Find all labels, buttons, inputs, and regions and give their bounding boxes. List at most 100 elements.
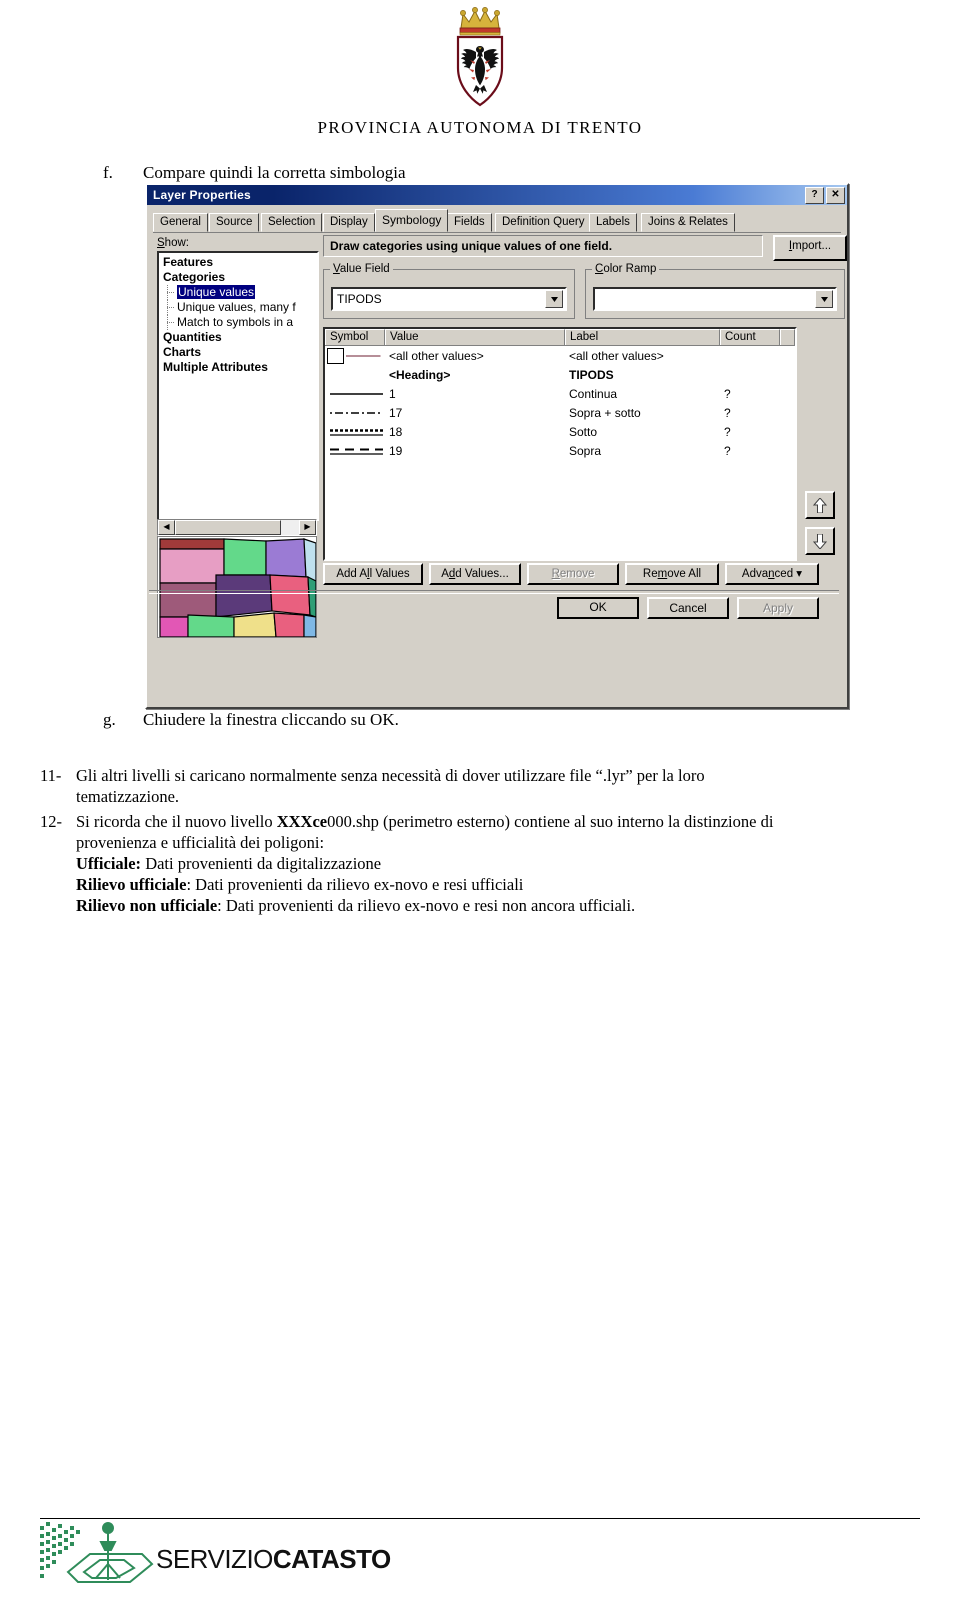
paragraph-12-ce: ce bbox=[312, 812, 328, 831]
column-header-count[interactable]: Count bbox=[720, 329, 780, 345]
tree-item-match-to-symbols-label: Match to symbols in a bbox=[177, 315, 294, 329]
tab-symbology[interactable]: Symbology bbox=[375, 209, 449, 232]
tree-item-unique-values-many-label: Unique values, many f bbox=[177, 300, 296, 314]
show-label-rest: how: bbox=[164, 237, 189, 249]
line-dashdot-icon bbox=[330, 411, 383, 414]
row-count: ? bbox=[724, 443, 731, 458]
tree-item-quantities[interactable]: Quantities bbox=[161, 330, 315, 345]
paragraph-12-line1-c: .shp (perimetro esterno) contiene al suo… bbox=[351, 812, 774, 831]
color-ramp-group: Color Ramp bbox=[585, 263, 845, 319]
tree-item-categories[interactable]: Categories bbox=[161, 270, 315, 285]
color-ramp-combo[interactable] bbox=[593, 287, 837, 311]
chevron-down-icon[interactable] bbox=[815, 290, 833, 308]
scrollbar-track[interactable] bbox=[281, 520, 299, 535]
move-down-button[interactable] bbox=[805, 527, 835, 555]
tree-item-match-to-symbols[interactable]: Match to symbols in a bbox=[161, 315, 315, 330]
catasto-logo-icon bbox=[40, 1522, 154, 1583]
tab-source[interactable]: Source bbox=[209, 213, 260, 232]
row-label: Sopra + sotto bbox=[569, 405, 641, 420]
logo-text-bold: CATASTO bbox=[272, 1544, 391, 1574]
import-button-rest: mport... bbox=[792, 240, 832, 252]
row-label: <all other values> bbox=[569, 348, 664, 363]
tree-item-unique-values-many[interactable]: Unique values, many f bbox=[161, 300, 315, 315]
step-g-marker: g. bbox=[103, 710, 116, 729]
remove-all-button[interactable]: Remove All bbox=[625, 563, 719, 585]
chevron-down-icon[interactable] bbox=[545, 290, 563, 308]
table-row[interactable]: 18 Sotto ? bbox=[325, 422, 795, 441]
arrow-up-icon bbox=[813, 497, 827, 513]
paragraph-12: 12- Si ricorda che il nuovo livello XXXc… bbox=[40, 811, 930, 916]
tab-selection[interactable]: Selection bbox=[261, 213, 323, 232]
value-action-buttons: Add All Values Add Values... Remove Remo… bbox=[323, 563, 843, 585]
remove-button[interactable]: Remove bbox=[527, 563, 619, 585]
table-row[interactable]: 1 Continua ? bbox=[325, 384, 795, 403]
tree-item-charts[interactable]: Charts bbox=[161, 345, 315, 360]
paragraph-12-line2: provenienza e ufficialità dei poligoni: bbox=[76, 833, 325, 852]
scroll-left-icon[interactable]: ◀ bbox=[158, 520, 175, 535]
row-count: ? bbox=[724, 386, 731, 401]
tab-definition-query[interactable]: Definition Query bbox=[495, 213, 592, 232]
tab-fields[interactable]: Fields bbox=[447, 213, 492, 232]
import-button[interactable]: Import... bbox=[773, 235, 847, 261]
row-value: 17 bbox=[389, 405, 403, 420]
tree-item-features[interactable]: Features bbox=[161, 255, 315, 270]
tree-horizontal-scrollbar[interactable]: ◀ ▶ bbox=[157, 519, 317, 536]
advanced-button[interactable]: Advanced ▾ bbox=[725, 563, 819, 585]
symbology-table[interactable]: Symbol Value Label Count <all other valu… bbox=[323, 327, 797, 561]
dialog-titlebar[interactable]: Layer Properties ? ✕ bbox=[147, 185, 847, 205]
close-icon[interactable]: ✕ bbox=[826, 186, 845, 204]
row-symbol-dashed[interactable] bbox=[325, 445, 385, 457]
row-value: 18 bbox=[389, 424, 403, 439]
tab-display[interactable]: Display bbox=[323, 213, 375, 232]
paragraph-11-number: 11- bbox=[40, 766, 62, 785]
ok-button[interactable]: OK bbox=[557, 597, 639, 619]
column-header-label[interactable]: Label bbox=[565, 329, 720, 345]
row-label: Continua bbox=[569, 386, 618, 401]
column-header-value[interactable]: Value bbox=[385, 329, 565, 345]
step-f: f. Compare quindi la corretta simbologia bbox=[103, 163, 406, 183]
row-symbol-dashdot[interactable] bbox=[325, 407, 385, 419]
apply-button[interactable]: Apply bbox=[737, 597, 819, 619]
row-symbol-dotted[interactable] bbox=[325, 426, 385, 438]
row-value: 19 bbox=[389, 443, 403, 458]
table-row[interactable]: 19 Sopra ? bbox=[325, 441, 795, 460]
show-tree[interactable]: Features Categories Unique values Unique… bbox=[157, 251, 319, 521]
symbology-description: Draw categories using unique values of o… bbox=[323, 235, 763, 257]
polygon-swatch-icon bbox=[327, 347, 344, 364]
column-header-symbol[interactable]: Symbol bbox=[325, 329, 385, 345]
table-row[interactable]: <all other values> <all other values> bbox=[325, 346, 795, 365]
page-title-text: PROVINCIA AUTONOMA DI TRENTO bbox=[309, 118, 651, 137]
tab-general[interactable]: General bbox=[153, 213, 208, 232]
row-symbol-solid[interactable] bbox=[325, 388, 385, 400]
line-solid-icon bbox=[330, 392, 383, 395]
cancel-button[interactable]: Cancel bbox=[647, 597, 729, 619]
tree-item-unique-values[interactable]: Unique values bbox=[161, 285, 315, 300]
paragraph-11: 11- Gli altri livelli si caricano normal… bbox=[40, 765, 920, 807]
layer-properties-dialog: Layer Properties ? ✕ General Source Sele… bbox=[145, 183, 849, 709]
add-all-values-button[interactable]: Add All Values bbox=[323, 563, 423, 585]
paragraph-11-line2: tematizzazione. bbox=[76, 787, 180, 806]
paragraph-12-number: 12- bbox=[40, 812, 62, 831]
scroll-right-icon[interactable]: ▶ bbox=[299, 520, 316, 535]
table-row[interactable]: <Heading> TIPODS bbox=[325, 365, 795, 384]
step-f-marker: f. bbox=[103, 163, 113, 182]
scrollbar-thumb[interactable] bbox=[175, 520, 281, 535]
page-title: PROVINCIA AUTONOMA DI TRENTO bbox=[0, 118, 960, 138]
help-icon[interactable]: ? bbox=[805, 186, 824, 204]
tab-joins-relates[interactable]: Joins & Relates bbox=[641, 213, 735, 232]
table-row[interactable]: 17 Sopra + sotto ? bbox=[325, 403, 795, 422]
move-up-button[interactable] bbox=[805, 491, 835, 519]
line-dotted-icon bbox=[330, 428, 383, 436]
tree-item-multiple-attributes[interactable]: Multiple Attributes bbox=[161, 360, 315, 375]
paragraph-12-rilievo-ufficiale-text: : Dati provenienti da rilievo ex-novo e … bbox=[186, 875, 524, 894]
tab-labels[interactable]: Labels bbox=[589, 213, 637, 232]
step-g: g. Chiudere la finestra cliccando su OK. bbox=[103, 710, 399, 730]
row-value: <all other values> bbox=[389, 348, 484, 363]
row-symbol-all-other-values[interactable] bbox=[325, 347, 385, 364]
add-values-button[interactable]: Add Values... bbox=[429, 563, 521, 585]
dialog-footer-buttons: OK Cancel Apply bbox=[147, 597, 841, 621]
paragraph-12-rilievo-ufficiale-label: Rilievo ufficiale bbox=[76, 875, 187, 894]
paragraph-12-ufficiale-label: Ufficiale: bbox=[76, 854, 142, 873]
tab-strip: General Source Selection Display Symbolo… bbox=[153, 209, 841, 233]
value-field-combo[interactable]: TIPODS bbox=[331, 287, 567, 311]
